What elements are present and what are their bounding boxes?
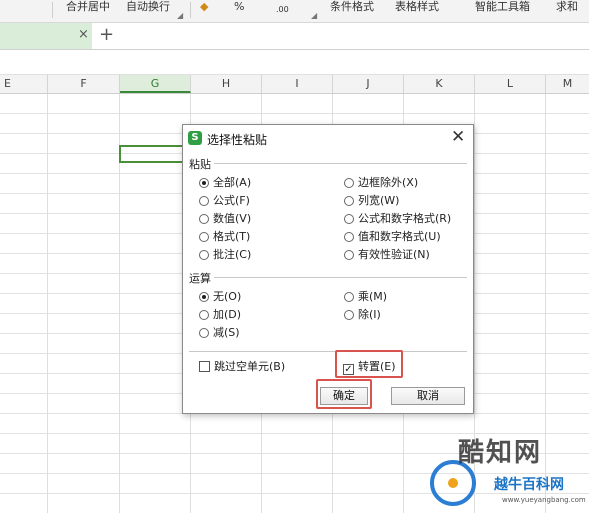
column-header-h[interactable]: H [191,75,262,93]
ribbon-toolbar: 合并居中 自动换行 ◢ ◆ % .00 ◢ 条件格式 表格样式 智能工具箱 求和 [0,0,589,23]
column-header-m[interactable]: M [546,75,589,93]
radio-icon[interactable] [344,292,354,302]
operation-option-subtract[interactable]: 减(S) [199,326,240,340]
merge-center-button[interactable]: 合并居中 [66,1,110,13]
paste-option-values-number-formats[interactable]: 值和数字格式(U) [344,230,441,244]
currency-icon[interactable]: ◆ [200,1,208,13]
radio-icon[interactable] [344,310,354,320]
wrap-text-button[interactable]: 自动换行 [126,1,170,13]
close-tab-icon[interactable]: × [78,27,89,42]
conditional-format-button[interactable]: 条件格式 [330,1,374,13]
column-header-g[interactable]: G [120,75,191,93]
ok-button[interactable]: 确定 [320,387,368,405]
formula-bar-area [0,50,589,75]
paste-option-formulas[interactable]: 公式(F) [199,194,250,208]
watermark-subtitle: 越牛百科网 [494,477,564,493]
column-header-k[interactable]: K [404,75,475,93]
watermark-name: 酷知网 [458,438,543,468]
paste-option-except-borders[interactable]: 边框除外(X) [344,176,418,190]
skip-blanks-checkbox[interactable]: 跳过空单元(B) [199,360,285,374]
column-header-l[interactable]: L [475,75,546,93]
radio-icon[interactable] [199,250,209,260]
smart-toolbox-button[interactable]: 智能工具箱 [475,1,530,13]
cancel-button[interactable]: 取消 [391,387,465,405]
transpose-checkbox[interactable]: ✓ 转置(E) [343,360,396,375]
column-header-f[interactable]: F [48,75,120,93]
paste-special-dialog: S 选择性粘贴 ✕ 粘贴 全部(A) 公式(F) 数值(V) 格式(T) 批注(… [182,124,474,414]
checkmark-icon[interactable]: ✓ [343,364,354,375]
dialog-titlebar[interactable]: S 选择性粘贴 ✕ [183,125,473,151]
column-header-j[interactable]: J [333,75,404,93]
radio-icon[interactable] [199,292,209,302]
operation-option-add[interactable]: 加(D) [199,308,241,322]
paste-option-validation[interactable]: 有效性验证(N) [344,248,430,262]
radio-icon[interactable] [199,214,209,224]
close-icon[interactable]: ✕ [451,127,465,147]
operation-group-divider [189,277,467,278]
operation-group-label: 运算 [189,270,214,286]
radio-icon[interactable] [199,232,209,242]
dialog-title: 选择性粘贴 [207,133,268,147]
radio-icon[interactable] [344,196,354,206]
checkbox-icon[interactable] [199,361,210,372]
options-divider [189,351,467,352]
radio-icon[interactable] [199,196,209,206]
ribbon-separator [190,2,191,18]
paste-option-column-widths[interactable]: 列宽(W) [344,194,399,208]
sum-button[interactable]: 求和 [556,1,578,13]
document-tab-bar: × + [0,23,589,50]
paste-option-comments[interactable]: 批注(C) [199,248,251,262]
watermark-url: www.yueyangbang.com [502,496,586,504]
table-style-button[interactable]: 表格样式 [395,1,439,13]
selected-cell[interactable] [119,145,190,163]
percent-button[interactable]: % [234,1,244,13]
radio-icon[interactable] [344,250,354,260]
watermark: 酷知网 越牛百科网 www.yueyangbang.com [430,430,589,513]
operation-option-none[interactable]: 无(O) [199,290,241,304]
radio-icon[interactable] [344,178,354,188]
alignment-launcher-icon[interactable]: ◢ [177,11,183,20]
column-header: E F G H I J K L M [0,75,589,94]
paste-group-divider [189,163,467,164]
ribbon-separator [52,2,53,18]
paste-option-formulas-number-formats[interactable]: 公式和数字格式(R) [344,212,451,226]
number-launcher-icon[interactable]: ◢ [311,11,317,20]
column-header-e[interactable]: E [0,75,48,93]
paste-option-all[interactable]: 全部(A) [199,176,251,190]
operation-option-divide[interactable]: 除(I) [344,308,381,322]
app-logo-icon: S [188,131,202,145]
document-tab[interactable]: × [0,23,92,49]
new-tab-icon[interactable]: + [99,24,114,45]
radio-icon[interactable] [199,328,209,338]
decimal-button[interactable]: .00 [276,4,289,16]
paste-option-values[interactable]: 数值(V) [199,212,251,226]
paste-option-formats[interactable]: 格式(T) [199,230,250,244]
radio-icon[interactable] [344,232,354,242]
column-header-i[interactable]: I [262,75,333,93]
operation-option-multiply[interactable]: 乘(M) [344,290,387,304]
radio-icon[interactable] [199,178,209,188]
radio-icon[interactable] [344,214,354,224]
radio-icon[interactable] [199,310,209,320]
paste-group-label: 粘贴 [189,156,214,172]
